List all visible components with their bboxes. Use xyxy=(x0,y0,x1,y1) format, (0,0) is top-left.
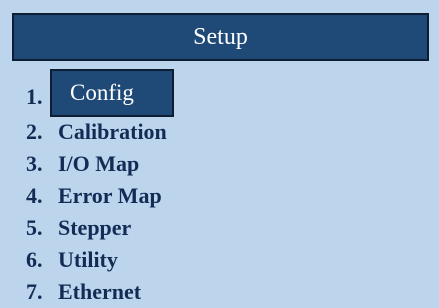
menu-item-number: 2. xyxy=(26,119,43,144)
menu-item-ethernet[interactable]: 7. Ethernet xyxy=(26,276,167,308)
menu-item-number: 3. xyxy=(26,151,43,176)
menu-item-label[interactable]: Config xyxy=(50,69,174,117)
menu-item-utility[interactable]: 6. Utility xyxy=(26,244,167,276)
menu-item-io-map[interactable]: 3. I/O Map xyxy=(26,148,167,180)
menu-item-label: Stepper xyxy=(58,215,132,240)
menu-item-label: Calibration xyxy=(58,119,167,144)
menu-item-calibration[interactable]: 2. Calibration xyxy=(26,116,167,148)
menu-item-number: 5. xyxy=(26,215,43,240)
menu-item-config[interactable]: 1. Config xyxy=(26,69,174,117)
setup-menu: 1. Config 2. Calibration 3. I/O Map 4. E… xyxy=(26,69,174,308)
menu-item-number: 7. xyxy=(26,279,43,304)
menu-item-label: Utility xyxy=(58,247,118,272)
menu-item-error-map[interactable]: 4. Error Map xyxy=(26,180,167,212)
menu-item-number: 6. xyxy=(26,247,43,272)
menu-item-number: 4. xyxy=(26,183,43,208)
menu-item-stepper[interactable]: 5. Stepper xyxy=(26,212,167,244)
page-title: Setup xyxy=(193,23,248,50)
menu-item-label: Error Map xyxy=(58,183,162,208)
setup-screen: Setup 1. Config 2. Calibration 3. I/O Ma… xyxy=(0,0,439,308)
menu-item-label: Ethernet xyxy=(58,279,142,304)
menu-item-label: I/O Map xyxy=(58,151,140,176)
setup-title-bar: Setup xyxy=(12,13,429,61)
